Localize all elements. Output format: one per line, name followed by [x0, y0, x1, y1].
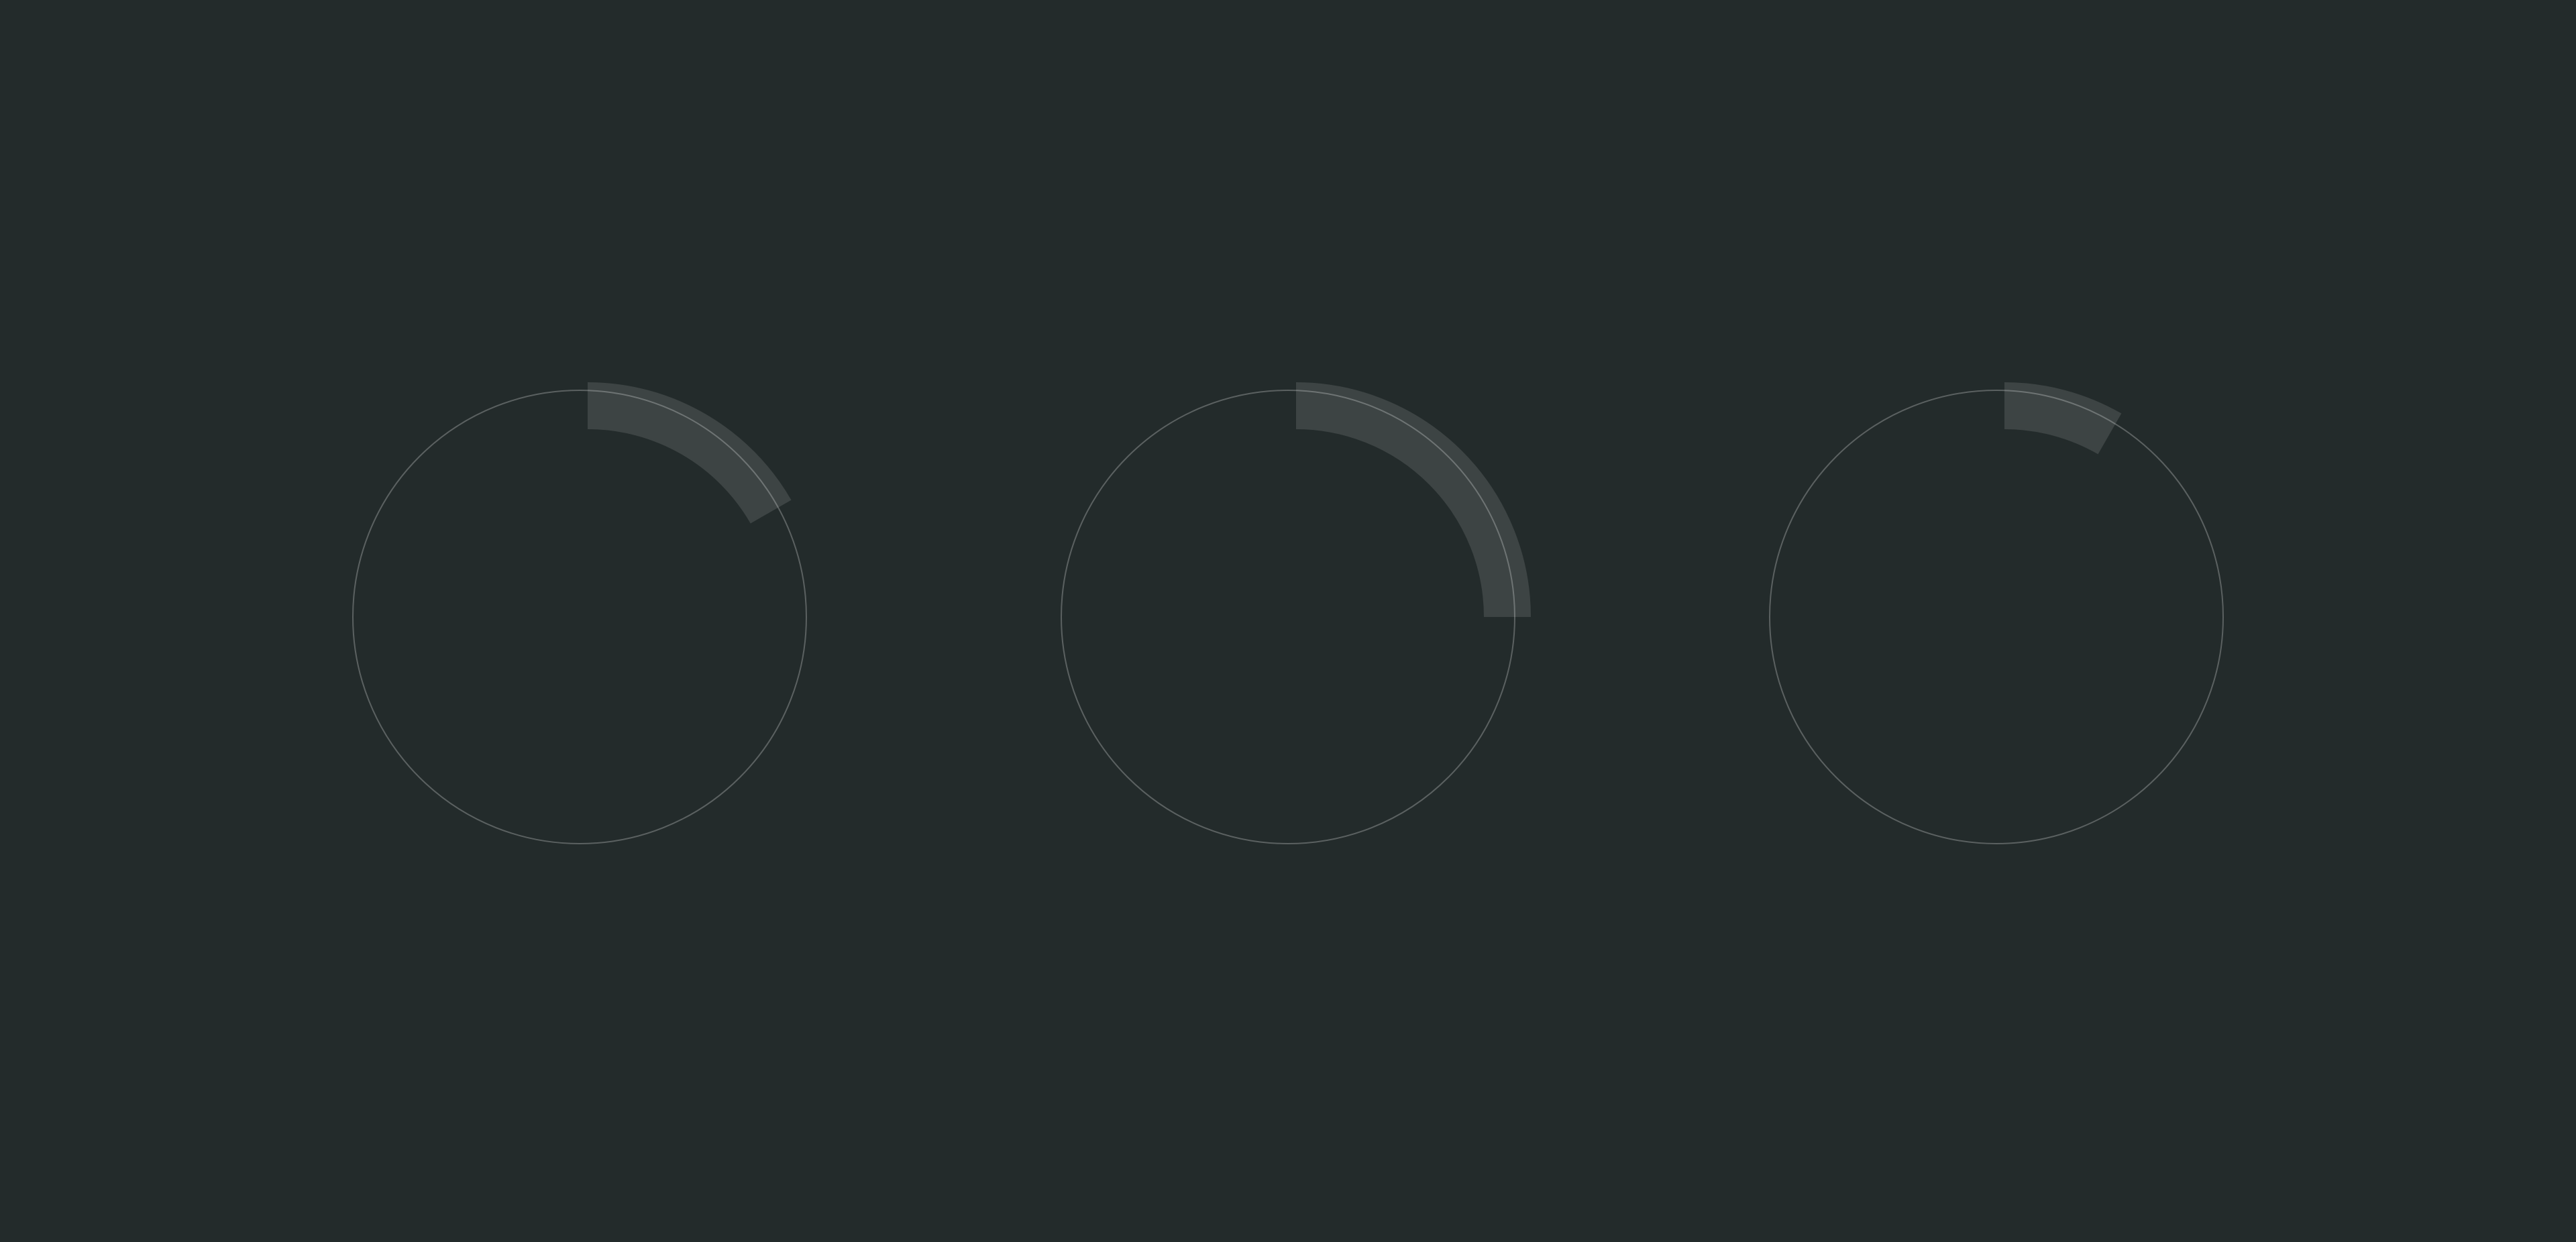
- progress-indicators-canvas: [0, 0, 2576, 1242]
- background: [0, 0, 2576, 1242]
- progress-arc: [2004, 382, 2122, 455]
